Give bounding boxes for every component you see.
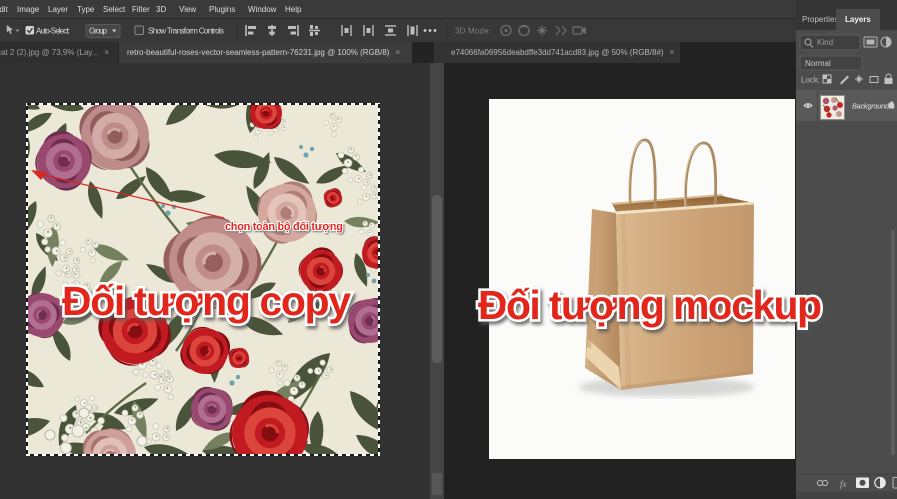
- svg-text:Đối tượng mockup: Đối tượng mockup: [478, 282, 822, 328]
- svg-text:chọn toàn bộ đối tượng: chọn toàn bộ đối tượng: [225, 221, 343, 233]
- svg-text:Đối tượng copy: Đối tượng copy: [62, 278, 351, 324]
